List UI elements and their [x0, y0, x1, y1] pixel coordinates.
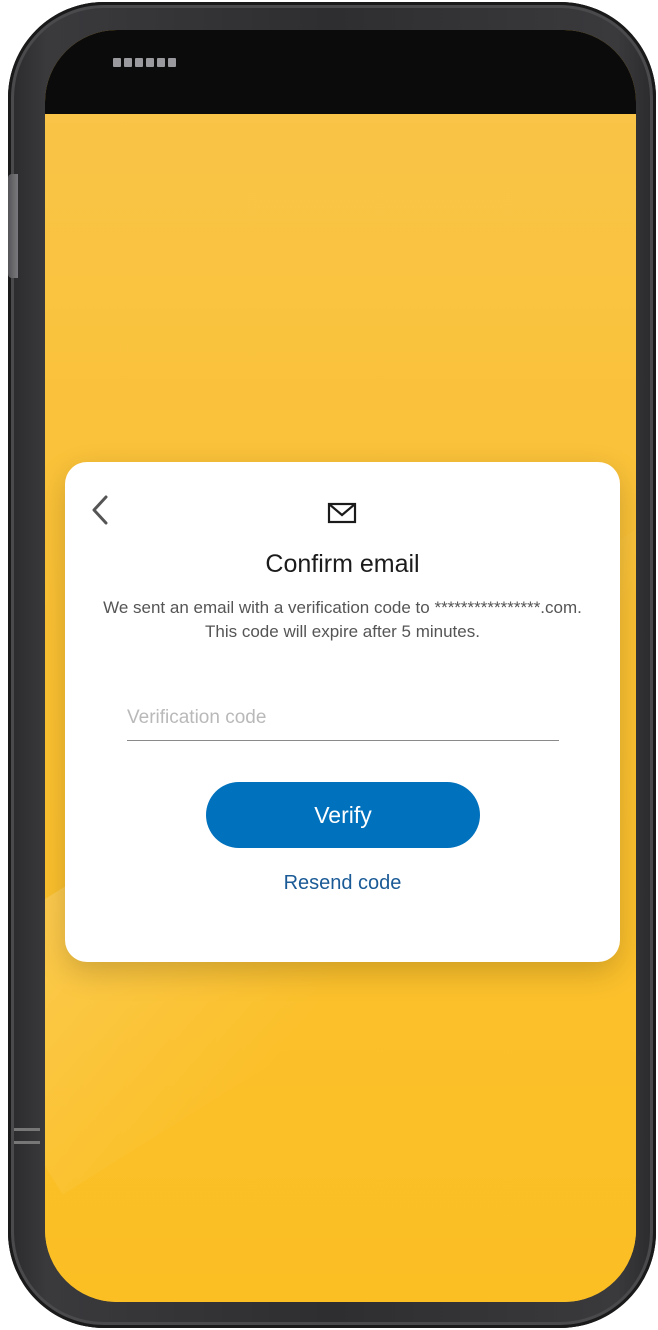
phone-screen: Confirm email We sent an email with a ve… [45, 30, 636, 1302]
confirm-email-dialog: Confirm email We sent an email with a ve… [65, 462, 620, 962]
verify-button[interactable]: Verify [206, 782, 480, 848]
dialog-message: We sent an email with a verification cod… [103, 598, 582, 641]
side-grip-lines [14, 1128, 40, 1158]
signal-indicator-icon [113, 58, 176, 67]
back-button[interactable] [83, 490, 117, 530]
resend-code-link[interactable]: Resend code [65, 872, 620, 895]
status-bar [45, 30, 636, 114]
verification-code-input[interactable] [127, 698, 559, 738]
phone-frame: Confirm email We sent an email with a ve… [8, 2, 656, 1328]
side-button [8, 174, 18, 278]
dialog-title: Confirm email [265, 550, 420, 578]
envelope-icon [327, 502, 357, 524]
chevron-left-icon [92, 495, 108, 525]
verification-code-field-wrapper [127, 698, 559, 741]
